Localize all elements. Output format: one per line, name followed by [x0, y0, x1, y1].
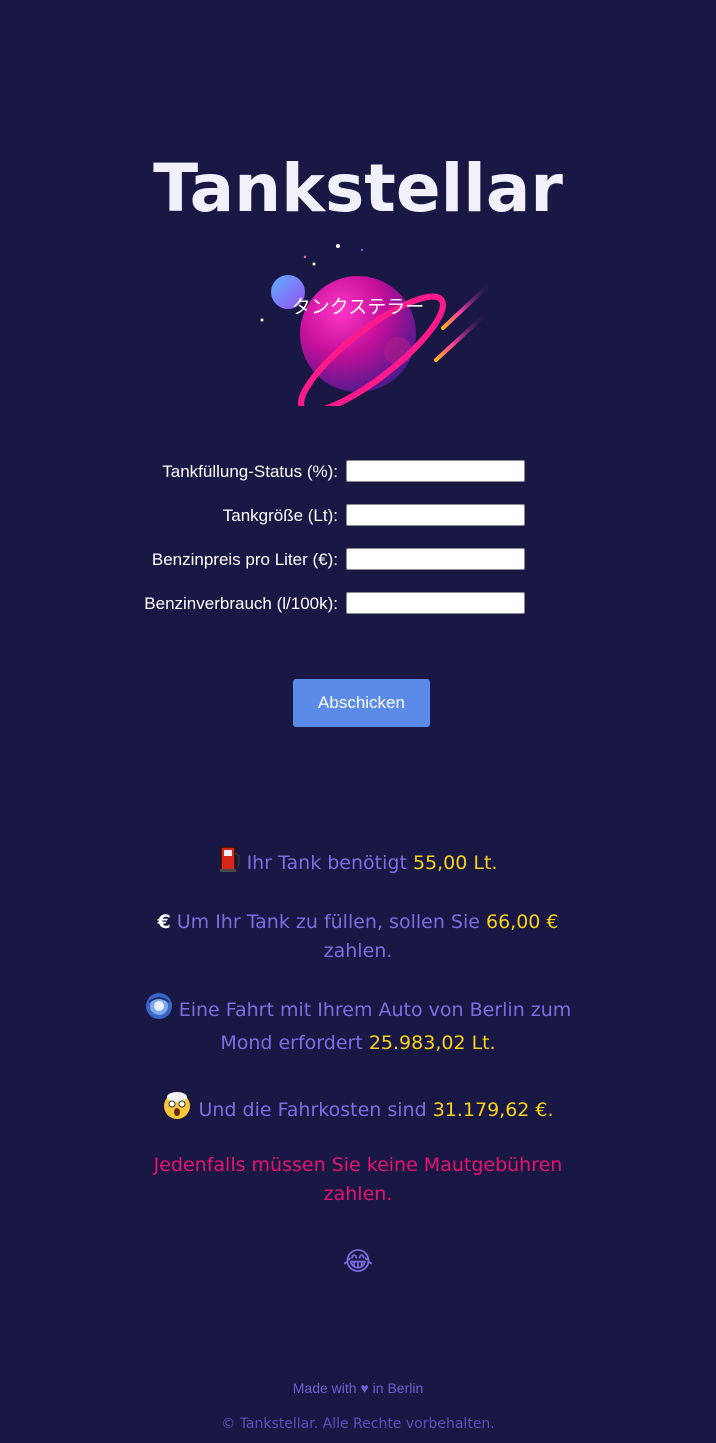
result-tank-needed: Ihr Tank benötigt 55,00 Lt. [120, 845, 596, 882]
tank-size-label: Tankgröße (Lt): [222, 506, 338, 525]
euro-icon: € [157, 911, 171, 933]
moon-trip-value: 25.983,02 Lt. [368, 1032, 496, 1054]
tank-status-label: Tankfüllung-Status (%): [162, 462, 338, 481]
fuel-consumption-label: Benzinverbrauch (l/100k): [144, 594, 338, 613]
planet-icon [250, 236, 500, 406]
submit-button[interactable]: Abschicken [293, 679, 430, 727]
tank-size-input[interactable] [346, 504, 525, 526]
heart-icon: ♥ [360, 1380, 369, 1396]
trip-cost-text: Und die Fahrkosten sind [198, 1099, 427, 1121]
form-row-tank-status: Tankfüllung-Status (%): [0, 460, 716, 484]
result-fill-cost: € Um Ihr Tank zu füllen, sollen Sie 66,0… [120, 908, 596, 966]
galaxy-icon [145, 992, 173, 1029]
app-subtitle: タンクステラー [291, 296, 425, 318]
fuel-consumption-input[interactable] [346, 592, 525, 614]
fuel-pump-icon [219, 845, 241, 882]
trip-cost-value: 31.179,62 €. [432, 1099, 554, 1121]
footer-made-suffix: in Berlin [372, 1380, 424, 1396]
app-title: Tankstellar [153, 150, 563, 227]
result-trip-cost: Und die Fahrkosten sind 31.179,62 €. [120, 1090, 596, 1129]
result-moon-trip: Eine Fahrt mit Ihrem Auto von Berlin zum… [120, 992, 596, 1058]
form-row-fuel-consumption: Benzinverbrauch (l/100k): [0, 592, 716, 616]
fill-cost-suffix: zahlen. [323, 940, 393, 962]
footer-copyright: © Tankstellar. Alle Rechte vorbehalten. [221, 1416, 495, 1432]
tank-needed-value: 55,00 Lt. [412, 852, 498, 874]
toll-message: Jedenfalls müssen Sie keine Mautgebühren… [153, 1154, 563, 1205]
shocked-face-icon [162, 1090, 192, 1129]
fuel-price-input[interactable] [346, 548, 525, 570]
footer-made-with: Made with ♥ in Berlin [0, 1380, 716, 1396]
tank-needed-text: Ihr Tank benötigt [246, 852, 407, 874]
laughing-face-icon: 😂 [342, 1247, 374, 1277]
form-row-tank-size: Tankgröße (Lt): [0, 504, 716, 528]
results-panel: Ihr Tank benötigt 55,00 Lt. € Um Ihr Tan… [120, 845, 596, 1277]
fuel-price-label: Benzinpreis pro Liter (€): [151, 550, 338, 569]
tank-status-input[interactable] [346, 460, 525, 482]
fill-cost-text: Um Ihr Tank zu füllen, sollen Sie [176, 911, 480, 933]
fill-cost-value: 66,00 € [485, 911, 559, 933]
footer-made-prefix: Made with [292, 1380, 357, 1396]
page: Tankstellar タンクステラー Tankfüllung-Status (… [0, 0, 716, 1443]
form-row-fuel-price: Benzinpreis pro Liter (€): [0, 548, 716, 572]
